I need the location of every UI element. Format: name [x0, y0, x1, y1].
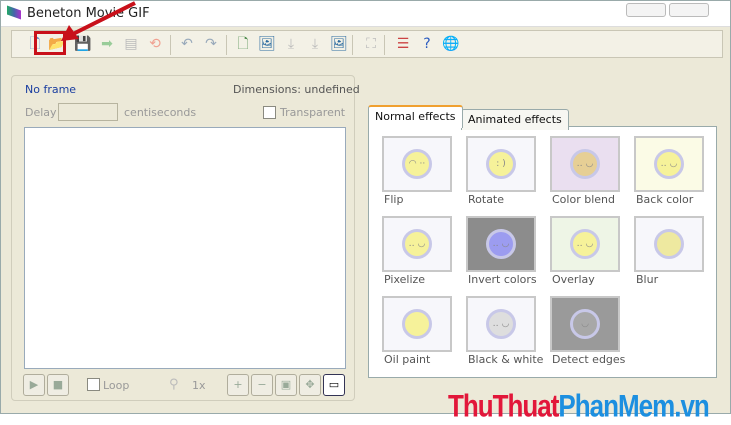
toolbar-separator: [384, 35, 385, 55]
smiley-icon: ◡: [570, 309, 600, 339]
stop-button[interactable]: ■: [47, 374, 69, 396]
numbered-images-icon[interactable]: 🖼: [330, 35, 348, 53]
app-window: Beneton Movie GIF 🗋 📂 💾 ➡ ▤ ⟲ ↶ ↷ 🗋 🖼 ⤓ ⤓ 🖼 ⛶ ☰? 🌐 No f…: [0, 0, 731, 424]
effect-detect-edges[interactable]: ◡: [550, 296, 620, 352]
add-frame-icon[interactable]: 🗋: [234, 35, 252, 53]
delay-label: Delay: [25, 106, 57, 119]
loop-checkbox[interactable]: [87, 378, 100, 391]
zoom-icon: ⚲: [169, 377, 179, 392]
smiley-icon: : ): [486, 149, 516, 179]
smiley-icon: ‥ ◡: [402, 229, 432, 259]
frame-preview: [24, 127, 346, 369]
refresh-icon[interactable]: ⟲: [146, 35, 164, 53]
effect-label: Blur: [636, 273, 659, 286]
effect-label: Oil paint: [384, 353, 431, 366]
toolbar-separator: [170, 35, 171, 55]
toolbar-separator: [352, 35, 353, 55]
zoom-in-button[interactable]: +: [227, 374, 249, 396]
effect-label: Overlay: [552, 273, 595, 286]
effect-label: Flip: [384, 193, 404, 206]
effect-rotate[interactable]: : ): [466, 136, 536, 192]
play-button[interactable]: ▶: [23, 374, 45, 396]
effect-pixelize[interactable]: ‥ ◡: [382, 216, 452, 272]
import-frames-icon[interactable]: ⤓: [306, 35, 324, 53]
effect-oil-paint[interactable]: [382, 296, 452, 352]
tab-animated-effects[interactable]: Animated effects: [461, 109, 569, 130]
smiley-icon: [654, 229, 684, 259]
pointer-arrow-icon: [61, 1, 136, 41]
smiley-icon: ◠ ··: [402, 149, 432, 179]
zoom-level: 1x: [192, 379, 206, 392]
effect-label: Pixelize: [384, 273, 426, 286]
effect-flip[interactable]: ◠ ··: [382, 136, 452, 192]
loop-label: Loop: [103, 379, 130, 392]
minimize-button[interactable]: [626, 3, 666, 17]
smiley-icon: ‥ ◡: [570, 149, 600, 179]
frame-status: No frame: [25, 83, 77, 96]
frame-list-icon[interactable]: ☰: [394, 35, 412, 53]
undo-icon[interactable]: ↶: [178, 35, 196, 53]
web-icon[interactable]: 🌐: [442, 35, 460, 53]
smiley-icon: ‥ ◡: [570, 229, 600, 259]
transparent-checkbox[interactable]: [263, 106, 276, 119]
dimensions-label: Dimensions: undefined: [233, 83, 360, 96]
effect-color-blend[interactable]: ‥ ◡: [550, 136, 620, 192]
smiley-icon: ‥ ◡: [486, 309, 516, 339]
effect-blur[interactable]: [634, 216, 704, 272]
app-icon: [7, 5, 21, 20]
effect-label: Color blend: [552, 193, 615, 206]
fullscreen-button[interactable]: ▭: [323, 374, 345, 396]
center-button[interactable]: ✥: [299, 374, 321, 396]
maximize-button[interactable]: [669, 3, 709, 17]
effect-label: Detect edges: [552, 353, 626, 366]
import-icon[interactable]: ⤓: [282, 35, 300, 53]
insert-image-icon[interactable]: 🖼: [258, 35, 276, 53]
watermark: ThuThuatPhanMem.vn: [448, 387, 710, 425]
delay-input[interactable]: [58, 103, 118, 121]
effects-panel: ◠ ·· Flip : ) Rotate ‥ ◡ Color blend ‥ ◡ Back c…: [368, 126, 717, 378]
zoom-out-button[interactable]: −: [251, 374, 273, 396]
effect-overlay[interactable]: ‥ ◡: [550, 216, 620, 272]
effect-label: Black & white: [468, 353, 544, 366]
smiley-icon: ‥ ◡: [654, 149, 684, 179]
smiley-icon: [402, 309, 432, 339]
smiley-icon: ‥ ◡: [486, 229, 516, 259]
delay-unit-label: centiseconds: [124, 106, 197, 119]
help-icon[interactable]: ?: [418, 35, 436, 53]
fit-button[interactable]: ▣: [275, 374, 297, 396]
tab-normal-effects[interactable]: Normal effects: [368, 105, 463, 128]
resize-icon[interactable]: ⛶: [362, 35, 380, 53]
effect-invert-colors[interactable]: ‥ ◡: [466, 216, 536, 272]
transparent-label: Transparent: [280, 106, 346, 119]
effect-black-white[interactable]: ‥ ◡: [466, 296, 536, 352]
effect-label: Invert colors: [468, 273, 537, 286]
watermark-part2: PhanMem.vn: [558, 387, 709, 424]
watermark-part1: ThuThuat: [448, 387, 559, 424]
effect-back-color[interactable]: ‥ ◡: [634, 136, 704, 192]
redo-icon[interactable]: ↷: [202, 35, 220, 53]
toolbar-separator: [226, 35, 227, 55]
effect-label: Rotate: [468, 193, 505, 206]
effect-label: Back color: [636, 193, 694, 206]
